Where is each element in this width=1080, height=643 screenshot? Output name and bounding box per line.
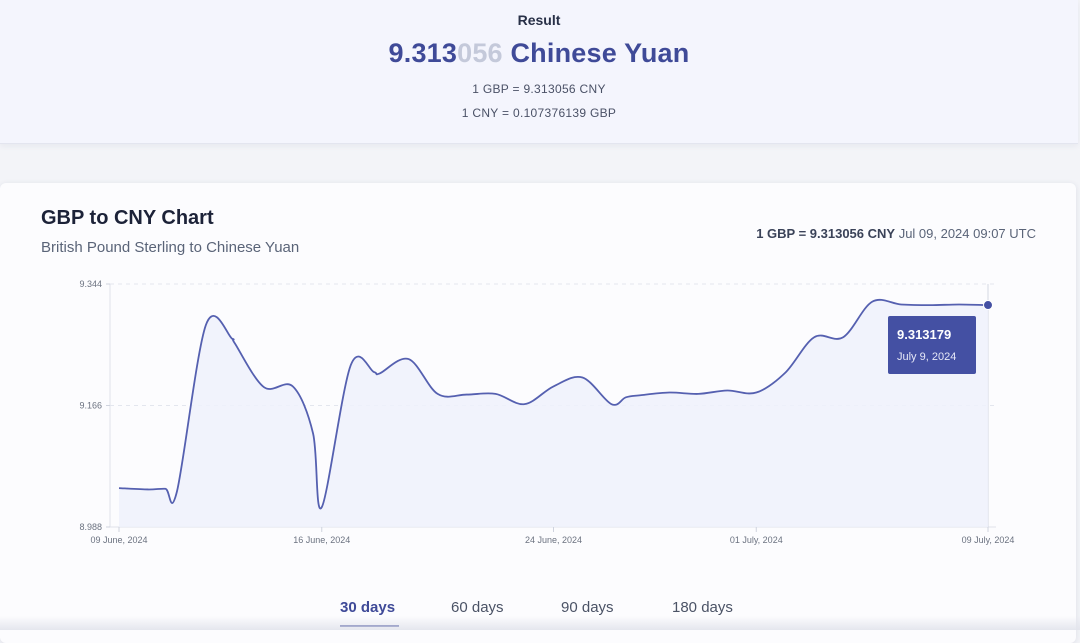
bottom-fade [0,616,1080,630]
x-tick-label: 01 July, 2024 [730,535,783,545]
x-tick-label: 09 June, 2024 [90,535,147,545]
result-amount: 9.313056 Chinese Yuan [0,38,1078,69]
tooltip-value: 9.313179 [897,327,951,342]
result-amount-main: 9.313 [388,38,458,68]
result-heading: Result [517,12,561,28]
x-tick-label: 24 June, 2024 [525,535,582,545]
tab-90-days[interactable]: 90 days [561,599,614,616]
x-tick-label: 09 July, 2024 [962,535,1015,545]
tab-30-days[interactable]: 30 days [340,599,395,616]
chart-card: GBP to CNY Chart British Pound Sterling … [0,183,1076,643]
rate-cny-to-gbp: 1 CNY = 0.107376139 GBP [461,106,617,120]
tooltip-date: July 9, 2024 [897,351,956,363]
result-currency-name: Chinese Yuan [510,38,690,68]
y-tick-label: 9.344 [79,279,102,289]
tooltip-box [888,316,976,375]
tab-180-days[interactable]: 180 days [672,599,733,616]
result-panel: Result 9.313056 Chinese Yuan 1 GBP = 9.3… [0,0,1078,144]
rate-gbp-to-cny: 1 GBP = 9.313056 CNY [472,82,606,96]
y-tick-label: 9.166 [79,401,102,411]
highlight-point [983,300,993,311]
rate-chart[interactable]: 9.344 9.166 8.988 09 June, 2024 16 June, 202… [0,183,1076,583]
tab-60-days[interactable]: 60 days [451,599,504,616]
result-amount-faded-digits: 056 [457,38,503,68]
x-tick-label: 16 June, 2024 [293,535,350,545]
y-tick-label: 8.988 [79,522,102,532]
area-fill [119,299,988,527]
